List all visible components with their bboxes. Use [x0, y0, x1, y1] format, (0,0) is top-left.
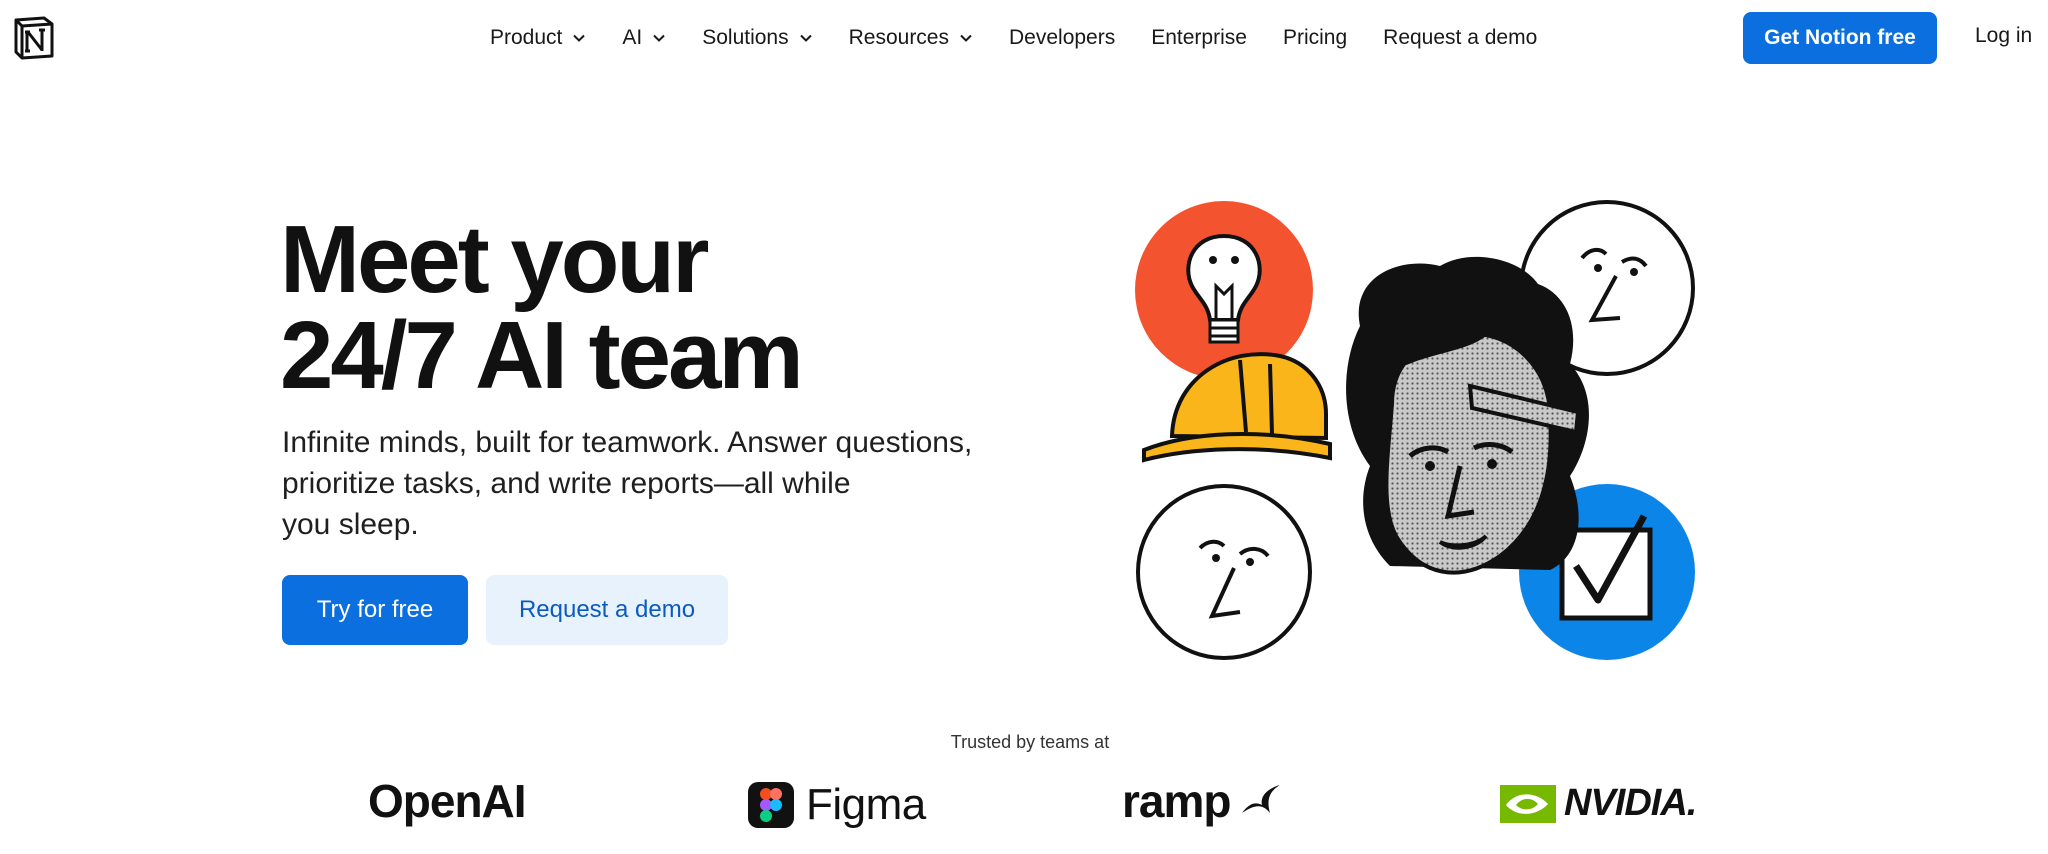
lightbulb-icon [1135, 201, 1313, 379]
hero-illustration [1135, 200, 1695, 660]
hero-subtitle-line-3: you sleep. [282, 508, 419, 541]
nav-ai[interactable]: AI [622, 26, 666, 50]
hero-subtitle-line-2: prioritize tasks, and write reports—all … [282, 467, 851, 500]
face-circle-bottom-icon [1136, 484, 1312, 660]
nav-pricing[interactable]: Pricing [1283, 26, 1347, 50]
nav-solutions[interactable]: Solutions [702, 26, 812, 50]
chevron-down-icon [799, 34, 812, 42]
figma-logo-text: Figma [806, 780, 926, 829]
openai-logo-text: OpenAI [368, 775, 527, 827]
hero-subtitle: Infinite minds, built for teamwork. Answ… [282, 422, 1022, 545]
login-link[interactable]: Log in [1975, 24, 2032, 48]
nav-product-label: Product [490, 26, 563, 49]
notion-logo-icon[interactable] [10, 14, 58, 62]
chevron-down-icon [653, 34, 665, 42]
nav-product[interactable]: Product [490, 26, 586, 50]
nav-pricing-label: Pricing [1282, 26, 1348, 49]
openai-logo: OpenAI [368, 774, 527, 828]
nvidia-logo-text: NVIDIA. [1564, 782, 1697, 824]
nav-resources-label: Resources [848, 26, 949, 49]
nav-ai-label: AI [622, 26, 643, 49]
get-notion-free-button[interactable]: Get Notion free [1743, 12, 1937, 64]
figma-logo: Figma [748, 780, 926, 830]
ramp-logo-text: ramp [1122, 775, 1231, 827]
request-demo-button[interactable]: Request a demo [486, 575, 728, 645]
chevron-down-icon [573, 34, 586, 42]
customer-logos: OpenAI Figma ramp NVIDIA. [0, 770, 2048, 840]
nav-enterprise[interactable]: Enterprise [1151, 26, 1247, 50]
try-for-free-button[interactable]: Try for free [282, 575, 468, 645]
ramp-logo: ramp [1122, 774, 1284, 828]
hard-hat-icon [1142, 352, 1332, 463]
nav-links: Product AI Solutions Resources Developer… [490, 0, 1573, 76]
nav-developers-label: Developers [1009, 26, 1116, 49]
nvidia-logo: NVIDIA. [1500, 782, 1697, 825]
hero-title-line-2: 24/7 AI team [280, 302, 804, 409]
character-face-icon [1346, 256, 1589, 575]
trusted-by-label: Trusted by teams at [950, 732, 1110, 752]
hero-title: Meet your 24/7 AI team [280, 206, 804, 409]
figma-icon [748, 782, 794, 828]
nav-enterprise-label: Enterprise [1151, 26, 1247, 49]
top-nav: Product AI Solutions Resources Developer… [0, 0, 2048, 76]
nav-request-demo[interactable]: Request a demo [1383, 26, 1537, 50]
nav-solutions-label: Solutions [702, 26, 789, 49]
nvidia-eye-icon [1500, 784, 1556, 823]
chevron-down-icon [960, 34, 972, 42]
nav-request-demo-label: Request a demo [1383, 26, 1538, 49]
nav-resources[interactable]: Resources [849, 26, 973, 50]
ramp-mark-icon [1242, 785, 1281, 813]
hero-title-line-1: Meet your [280, 206, 709, 313]
hero-subtitle-line-1: Infinite minds, built for teamwork. Answ… [282, 426, 973, 459]
nav-developers[interactable]: Developers [1009, 26, 1115, 50]
